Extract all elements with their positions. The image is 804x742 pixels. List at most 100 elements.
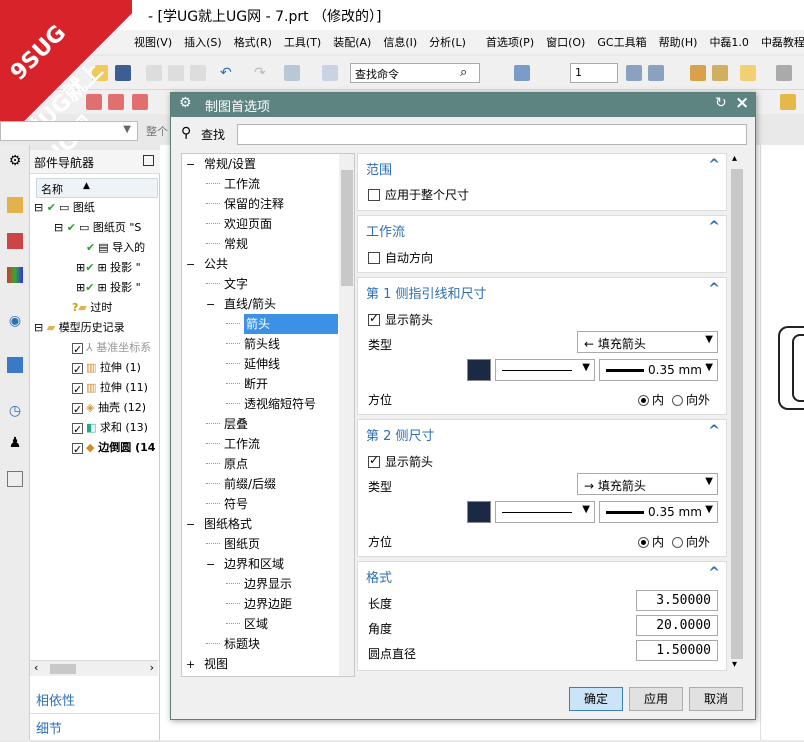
visibility-checkbox[interactable] xyxy=(72,340,83,360)
history-icon[interactable]: ◷ xyxy=(7,403,23,419)
tree-row[interactable]: ▥ 拉伸 (11) xyxy=(72,378,148,400)
apply-all-checkbox[interactable]: 应用于整个尺寸 xyxy=(368,186,469,203)
tree-row[interactable]: ?▰ 过时 xyxy=(72,298,112,318)
gear-icon[interactable]: ⚙ xyxy=(7,153,23,169)
content-scrollbar[interactable]: ▴ ▾ xyxy=(729,153,745,675)
tree-node[interactable]: 断开 xyxy=(226,374,268,394)
find-input[interactable] xyxy=(237,124,747,145)
building2-icon[interactable] xyxy=(648,65,664,81)
tree-node[interactable]: 欢迎页面 xyxy=(206,214,272,234)
tree-node[interactable]: 常规 xyxy=(206,234,248,254)
scroll-right-icon[interactable]: › xyxy=(150,661,154,674)
tree-node[interactable]: − 公共 xyxy=(186,254,228,274)
cube-icon[interactable] xyxy=(780,94,796,110)
tree-row[interactable]: ◧ 求和 (13) xyxy=(72,418,148,440)
menu-zhonglei-tutorial[interactable]: 中磊教程 xyxy=(755,34,804,50)
direction-out-radio[interactable]: 向外 xyxy=(672,533,710,550)
column-header[interactable]: 名称 ▲ xyxy=(36,178,158,198)
tree-node[interactable]: 文字 xyxy=(206,274,248,294)
ok-button[interactable]: 确定 xyxy=(569,687,623,711)
tree-node[interactable]: 前缀/后缀 xyxy=(206,474,276,494)
auto-direction-checkbox[interactable]: 自动方向 xyxy=(368,249,433,266)
collapse-icon[interactable]: − xyxy=(186,255,200,275)
tree-row[interactable]: ✔ ▤ 导入的 xyxy=(86,238,145,258)
tree-row[interactable]: ⅄ 基准坐标系 xyxy=(72,338,151,360)
arrow-type-select[interactable]: ← 填充箭头 ▼ xyxy=(577,331,718,353)
redo-icon[interactable]: ↷ xyxy=(254,65,270,81)
assembly-navigator-icon[interactable] xyxy=(7,197,23,213)
tree-node[interactable]: 区域 xyxy=(226,614,268,634)
roles-icon[interactable] xyxy=(7,471,23,487)
line-width-select[interactable]: 0.35 mm ▼ xyxy=(599,359,718,381)
dialog-title-bar[interactable]: ⚙ 制图首选项 ↻ × xyxy=(171,93,755,117)
arrow-type-select[interactable]: → 填充箭头 ▼ xyxy=(577,473,718,495)
dot-diameter-input[interactable]: 1.50000 xyxy=(636,640,718,661)
tree-row[interactable]: ⊟ ▰ 模型历史记录 xyxy=(34,318,125,338)
tree-node[interactable]: 图纸页 xyxy=(206,534,260,554)
part-navigator-icon[interactable] xyxy=(7,267,23,283)
cancel-button[interactable]: 取消 xyxy=(689,687,743,711)
tree-node[interactable]: − 边界和区域 xyxy=(206,554,284,574)
tree-node[interactable]: − 直线/箭头 xyxy=(206,294,276,314)
menu-help[interactable]: 帮助(H) xyxy=(653,34,704,50)
reset-icon[interactable]: ↻ xyxy=(715,95,727,111)
collapse-icon[interactable]: − xyxy=(186,515,200,535)
collapse-icon[interactable]: − xyxy=(206,295,220,315)
scroll-down-icon[interactable]: ▾ xyxy=(732,659,737,670)
tree-row[interactable]: ⊞✔ ⊞ 投影 " xyxy=(76,278,141,298)
collapse-icon[interactable]: ^ xyxy=(708,219,720,235)
measure-icon[interactable] xyxy=(776,65,792,81)
angle-input[interactable]: 20.0000 xyxy=(636,615,718,636)
tools-icon[interactable] xyxy=(690,65,706,81)
menu-view[interactable]: 视图(V) xyxy=(128,34,178,50)
line-style-select[interactable]: ▼ xyxy=(495,501,595,523)
tree-row[interactable]: ▥ 拉伸 (1) xyxy=(72,358,141,380)
frame-icon[interactable] xyxy=(132,94,148,110)
menu-gc-toolbox[interactable]: GC工具箱 xyxy=(591,34,652,50)
menu-window[interactable]: 窗口(O) xyxy=(540,34,591,50)
constraint-navigator-icon[interactable] xyxy=(7,233,23,249)
visibility-checkbox[interactable] xyxy=(72,420,83,440)
length-input[interactable]: 3.50000 xyxy=(636,590,718,611)
apply-button[interactable]: 应用 xyxy=(629,687,683,711)
dependencies-link[interactable]: 相依性 xyxy=(30,686,160,714)
line-width-select[interactable]: 0.35 mm ▼ xyxy=(599,501,718,523)
copy-icon[interactable] xyxy=(168,65,184,81)
tree-row[interactable]: ⊞✔ ⊞ 投影 " xyxy=(76,258,141,278)
layer-select[interactable]: 1 xyxy=(570,63,618,83)
scroll-thumb[interactable] xyxy=(731,169,743,659)
selection-filter[interactable]: ▼ xyxy=(0,121,138,141)
tree-node[interactable]: 透视缩短符号 xyxy=(226,394,316,414)
undo-icon[interactable]: ↶ xyxy=(220,65,236,81)
arrow-color-swatch[interactable] xyxy=(467,501,491,523)
menu-info[interactable]: 信息(I) xyxy=(377,34,423,50)
horizontal-scrollbar[interactable]: ‹ › xyxy=(30,660,158,676)
collapse-icon[interactable]: − xyxy=(186,155,200,175)
scroll-thumb[interactable] xyxy=(50,664,76,674)
show-arrow-checkbox[interactable]: 显示箭头 xyxy=(368,453,433,470)
web-browser-icon[interactable] xyxy=(7,357,23,373)
tree-node[interactable]: 延伸线 xyxy=(226,354,280,374)
magnet-icon[interactable] xyxy=(712,65,728,81)
tree-node[interactable]: 边界边距 xyxy=(226,594,292,614)
direction-in-radio[interactable]: 内 xyxy=(638,391,664,408)
menu-preferences[interactable]: 首选项(P) xyxy=(480,34,540,50)
menu-assembly[interactable]: 装配(A) xyxy=(327,34,377,50)
tree-node[interactable]: 符号 xyxy=(206,494,248,514)
system-materials-icon[interactable]: ♟ xyxy=(7,435,23,451)
tree-node[interactable]: − 常规/设置 xyxy=(186,154,256,174)
tree-node[interactable]: 原点 xyxy=(206,454,248,474)
select-icon[interactable] xyxy=(322,65,338,81)
arrow-color-swatch[interactable] xyxy=(467,359,491,381)
tree-node[interactable]: 工作流 xyxy=(206,174,260,194)
layout-icon[interactable] xyxy=(514,65,530,81)
scroll-up-icon[interactable]: ▴ xyxy=(732,153,737,164)
tree-node[interactable]: 工作流 xyxy=(206,434,260,454)
collapse-icon[interactable]: ^ xyxy=(708,157,720,173)
menu-tools[interactable]: 工具(T) xyxy=(278,34,327,50)
visibility-checkbox[interactable] xyxy=(72,360,83,380)
brush-icon[interactable] xyxy=(284,65,300,81)
tree-row[interactable]: ◆ 边倒圆 (14 xyxy=(72,438,155,460)
building-icon[interactable] xyxy=(626,65,642,81)
paste-icon[interactable] xyxy=(190,65,206,81)
